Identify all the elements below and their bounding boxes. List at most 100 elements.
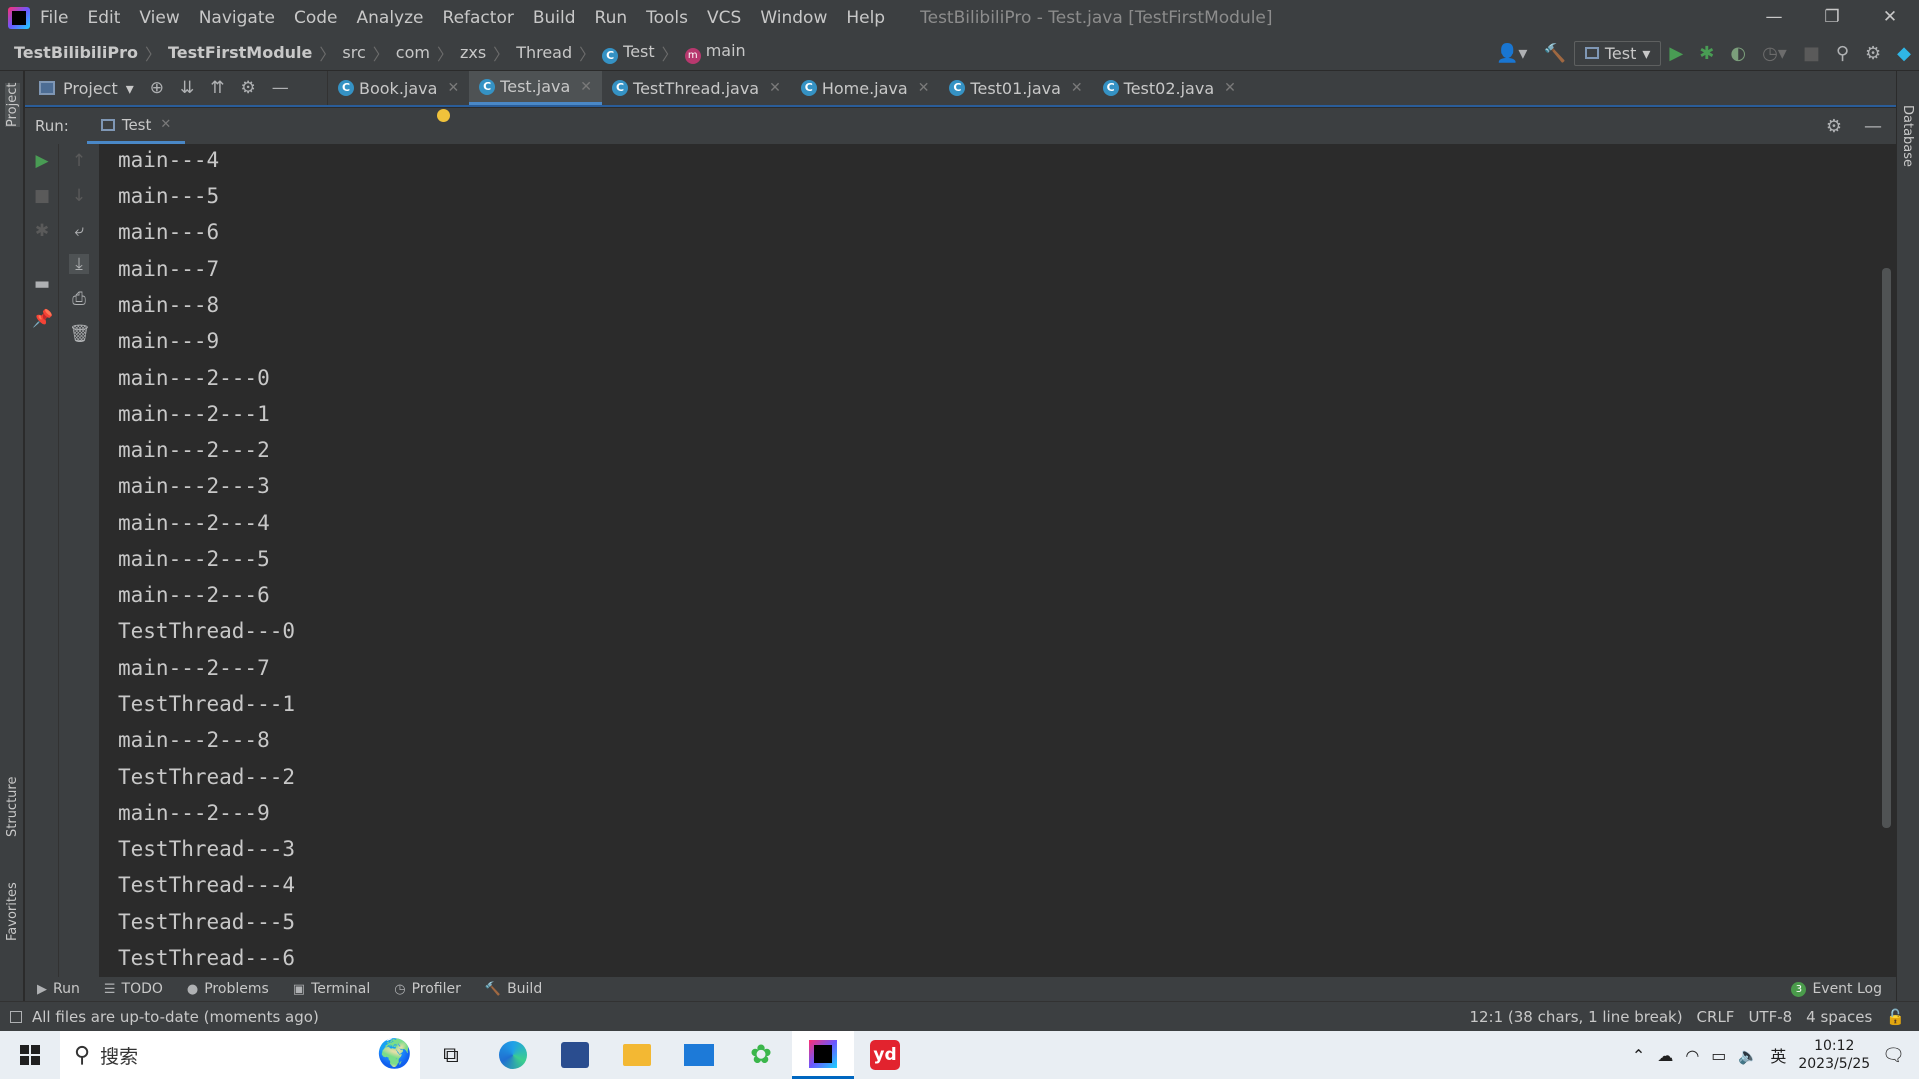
remote-desktop-icon[interactable] <box>544 1031 606 1079</box>
edge-browser-icon[interactable] <box>482 1031 544 1079</box>
settings-gear-icon[interactable]: ⚙ <box>1865 43 1881 64</box>
collapse-all-icon[interactable]: ⇈ <box>210 78 224 98</box>
menu-vcs[interactable]: VCS <box>707 8 741 28</box>
build-hammer-icon[interactable]: 🔨 <box>1543 43 1565 64</box>
tab-testthread-java[interactable]: C TestThread.java ✕ <box>602 71 791 105</box>
stop-icon[interactable]: ■ <box>32 186 52 206</box>
trash-icon[interactable]: 🗑 <box>69 324 91 344</box>
arrow-down-icon[interactable]: ↓ <box>69 186 89 206</box>
stop-icon[interactable]: ■ <box>1803 43 1820 64</box>
layout-icon[interactable]: ▬ <box>32 274 52 294</box>
arrow-up-icon[interactable]: ↑ <box>69 151 89 171</box>
plugin-logo-icon[interactable]: ◆ <box>1897 43 1911 64</box>
project-dropdown[interactable]: Project <box>63 79 118 98</box>
breadcrumb-zxs[interactable]: zxs <box>460 43 486 62</box>
close-icon[interactable]: ✕ <box>447 80 459 96</box>
close-icon[interactable]: ✕ <box>1224 80 1236 96</box>
chevron-up-icon[interactable]: ⌃ <box>1632 1046 1645 1065</box>
profile-icon[interactable]: ◷▾ <box>1762 43 1787 64</box>
expand-all-icon[interactable]: ⇊ <box>180 78 194 98</box>
rerun-icon[interactable]: ▶ <box>32 151 52 171</box>
menu-build[interactable]: Build <box>533 8 576 28</box>
task-view-icon[interactable]: ⧉ <box>420 1031 482 1079</box>
wechat-icon[interactable]: ✿ <box>730 1031 792 1079</box>
close-icon[interactable]: ✕ <box>769 80 781 96</box>
breadcrumb-method[interactable]: m main <box>684 41 746 64</box>
file-explorer-icon[interactable] <box>606 1031 668 1079</box>
menu-file[interactable]: File <box>40 8 68 28</box>
tool-tab-run[interactable]: ▶ Run <box>37 981 80 997</box>
locate-target-icon[interactable]: ⊕ <box>150 78 164 98</box>
favorites-tool-label[interactable]: Favorites <box>5 882 20 941</box>
tab-test02-java[interactable]: C Test02.java ✕ <box>1093 71 1246 105</box>
menu-analyze[interactable]: Analyze <box>357 8 424 28</box>
debug-bug-icon[interactable]: ✱ <box>32 221 52 241</box>
menu-run[interactable]: Run <box>595 8 628 28</box>
menu-code[interactable]: Code <box>294 8 338 28</box>
close-button[interactable]: ✕ <box>1861 0 1919 35</box>
notification-icon[interactable]: 🗨 <box>1882 1045 1905 1066</box>
cloud-icon[interactable]: ☁ <box>1657 1046 1673 1065</box>
close-icon[interactable]: ✕ <box>1071 80 1083 96</box>
breadcrumb-project[interactable]: TestBilibiliPro <box>14 43 138 62</box>
soft-wrap-icon[interactable]: ⤶ <box>69 221 89 241</box>
volume-icon[interactable]: 🔈 <box>1738 1046 1758 1065</box>
mail-icon[interactable] <box>668 1031 730 1079</box>
project-tool-label[interactable]: Project <box>5 82 20 127</box>
menu-help[interactable]: Help <box>846 8 885 28</box>
menu-tools[interactable]: Tools <box>646 8 688 28</box>
tab-test-java[interactable]: C Test.java ✕ <box>469 71 603 105</box>
event-log-tab[interactable]: 3 Event Log <box>1791 981 1882 997</box>
breadcrumb-module[interactable]: TestFirstModule <box>168 43 312 62</box>
restore-button[interactable]: ❐ <box>1803 0 1861 35</box>
run-icon[interactable]: ▶ <box>1669 43 1683 64</box>
line-separator[interactable]: CRLF <box>1697 1008 1735 1026</box>
user-icon[interactable]: 👤▾ <box>1496 43 1527 64</box>
status-window-icon[interactable] <box>10 1010 22 1023</box>
debug-icon[interactable]: ✱ <box>1699 43 1714 64</box>
taskbar-search[interactable]: ⚲ 搜索 🌍 <box>60 1031 420 1079</box>
search-icon[interactable]: ⚲ <box>1836 43 1849 64</box>
indent-setting[interactable]: 4 spaces <box>1806 1008 1872 1026</box>
tool-tab-todo[interactable]: ☰ TODO <box>104 981 163 997</box>
menu-view[interactable]: View <box>139 8 179 28</box>
tab-book-java[interactable]: C Book.java ✕ <box>328 71 469 105</box>
breadcrumb-com[interactable]: com <box>396 43 430 62</box>
menu-edit[interactable]: Edit <box>87 8 120 28</box>
coverage-icon[interactable]: ◐ <box>1730 43 1746 64</box>
taskbar-clock[interactable]: 10:12 2023/5/25 <box>1798 1037 1870 1073</box>
breadcrumb-src[interactable]: src <box>342 43 365 62</box>
console-output[interactable]: main---4 main---5 main---6 main---7 main… <box>100 144 1895 977</box>
menu-window[interactable]: Window <box>760 8 827 28</box>
settings-gear-icon[interactable]: ⚙ <box>241 78 256 98</box>
breadcrumb-class[interactable]: C Test <box>602 42 655 64</box>
file-encoding[interactable]: UTF-8 <box>1748 1008 1792 1026</box>
run-tab-test[interactable]: Test ✕ <box>86 108 186 144</box>
wifi-icon[interactable]: ◠ <box>1685 1046 1699 1065</box>
database-tool-label[interactable]: Database <box>1900 105 1915 167</box>
lock-icon[interactable]: 🔓 <box>1886 1008 1905 1026</box>
minimize-button[interactable]: — <box>1745 0 1803 35</box>
print-icon[interactable]: ⎙ <box>69 289 89 309</box>
pin-icon[interactable]: 📌 <box>32 309 53 329</box>
tab-test01-java[interactable]: C Test01.java ✕ <box>939 71 1092 105</box>
tool-tab-profiler[interactable]: ◷ Profiler <box>394 981 461 997</box>
menu-refactor[interactable]: Refactor <box>443 8 514 28</box>
hide-minus-icon[interactable]: — <box>1864 116 1882 137</box>
battery-icon[interactable]: ▭ <box>1711 1046 1726 1065</box>
scroll-to-end-icon[interactable]: ⤓ <box>69 254 89 274</box>
tool-tab-problems[interactable]: ● Problems <box>187 981 269 997</box>
menu-navigate[interactable]: Navigate <box>199 8 275 28</box>
tool-tab-build[interactable]: 🔨 Build <box>485 981 542 997</box>
lightbulb-icon[interactable] <box>437 109 450 122</box>
structure-tool-label[interactable]: Structure <box>5 777 20 837</box>
tool-tab-terminal[interactable]: ▣ Terminal <box>293 981 370 997</box>
caret-position[interactable]: 12:1 (38 chars, 1 line break) <box>1469 1008 1682 1026</box>
chevron-down-icon[interactable]: ▾ <box>126 79 134 98</box>
console-scrollbar[interactable] <box>1882 268 1891 828</box>
close-icon[interactable]: ✕ <box>160 117 171 132</box>
run-config-select[interactable]: Test ▾ <box>1573 40 1662 66</box>
hide-minus-icon[interactable]: — <box>272 78 289 98</box>
ime-indicator[interactable]: 英 <box>1770 1043 1786 1067</box>
close-icon[interactable]: ✕ <box>580 79 592 95</box>
